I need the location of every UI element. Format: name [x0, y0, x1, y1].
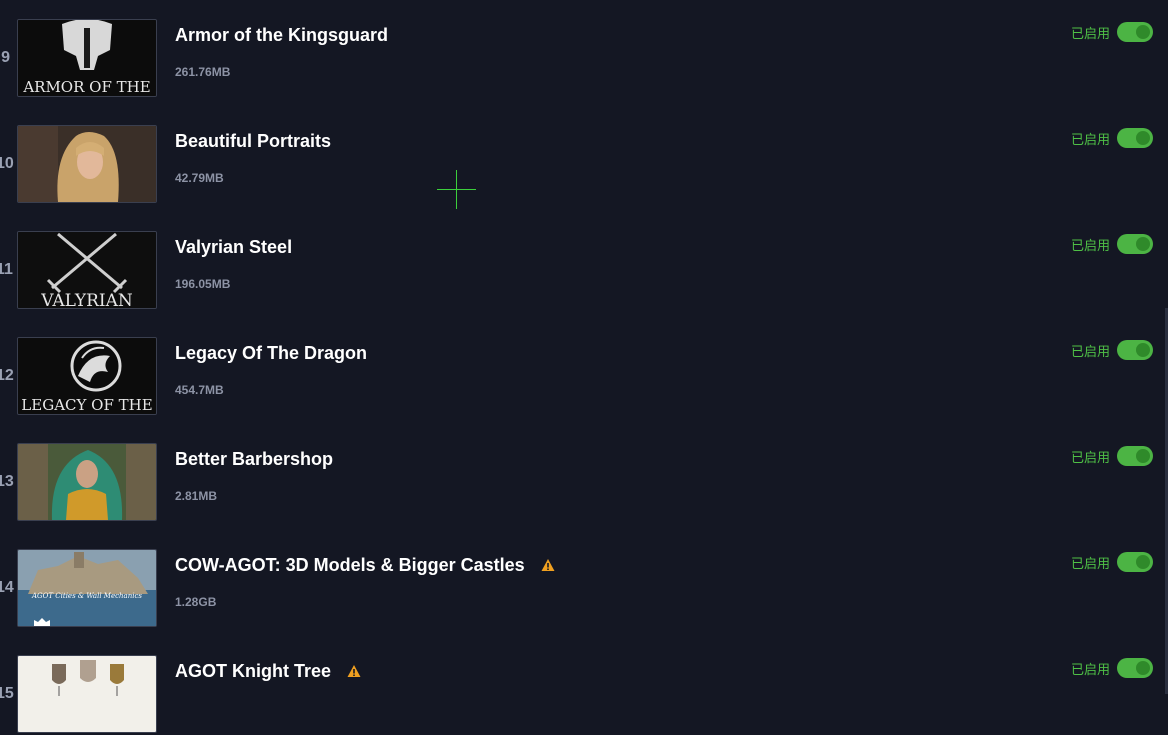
mod-thumbnail: ARMOR OF THE	[17, 19, 157, 97]
mod-thumbnail	[17, 125, 157, 203]
mod-size: 1.28GB	[175, 595, 217, 609]
mod-thumbnail	[17, 655, 157, 733]
mod-title: Beautiful Portraits	[175, 130, 332, 151]
mod-status: 已启用	[1070, 556, 1110, 571]
mod-list: 9 ARMOR OF THE Armor of the Kingsguard 2…	[0, 0, 1168, 733]
toggle-knob	[1136, 449, 1150, 463]
mod-index: 11	[0, 261, 13, 278]
mod-size: 42.79MB	[175, 171, 224, 185]
mod-index: 14	[0, 579, 14, 596]
mod-title: Better Barbershop	[175, 448, 334, 469]
toggle-knob	[1136, 237, 1150, 251]
mod-size: 261.76MB	[175, 65, 231, 79]
mod-thumbnail: LEGACY OF THE	[17, 337, 157, 415]
mod-status: 已启用	[1070, 26, 1110, 41]
thumbnail-caption: LEGACY OF THE	[21, 396, 152, 414]
mod-row[interactable]: 11 VALYRIAN Valyrian Steel 196.05MB 已启用	[0, 231, 1164, 311]
mod-index: 12	[0, 367, 14, 384]
mod-status: 已启用	[1070, 132, 1110, 147]
mod-row[interactable]: 14 AGOT Cities & Wall Mechanics COW-AGOT…	[0, 549, 1164, 629]
toggle-knob	[1136, 343, 1150, 357]
mod-index: 15	[0, 685, 14, 702]
mod-title: Armor of the Kingsguard	[175, 24, 389, 45]
crosshair-cursor-icon	[437, 170, 476, 209]
mod-size: 196.05MB	[175, 277, 231, 291]
enable-toggle[interactable]	[1117, 658, 1153, 678]
toggle-knob	[1136, 131, 1150, 145]
warning-triangle-icon	[541, 559, 555, 571]
thumbnail-caption: VALYRIAN	[40, 291, 133, 308]
enable-toggle[interactable]	[1117, 234, 1153, 254]
mod-row[interactable]: 10 Beautiful Portraits 42.79MB 已启用	[0, 125, 1164, 205]
mod-index: 9	[1, 49, 10, 66]
mod-index: 13	[0, 473, 14, 490]
mod-title: Valyrian Steel	[175, 236, 293, 257]
thumbnail-caption: AGOT Cities & Wall Mechanics	[31, 592, 142, 600]
mod-index: 10	[0, 155, 14, 172]
mod-row[interactable]: 15 AGOT Knight Tree 已启用	[0, 655, 1164, 735]
mod-thumbnail: VALYRIAN	[17, 231, 157, 309]
enable-toggle[interactable]	[1117, 22, 1153, 42]
toggle-knob	[1136, 555, 1150, 569]
mod-title: Legacy Of The Dragon	[175, 342, 368, 363]
mod-thumbnail	[17, 443, 157, 521]
mod-status: 已启用	[1070, 344, 1110, 359]
enable-toggle[interactable]	[1117, 446, 1153, 466]
mod-status: 已启用	[1070, 238, 1110, 253]
mod-size: 454.7MB	[175, 383, 224, 397]
mod-status: 已启用	[1070, 450, 1110, 465]
toggle-knob	[1136, 25, 1150, 39]
mod-title: COW-AGOT: 3D Models & Bigger Castles	[175, 554, 525, 575]
mod-size: 2.81MB	[175, 489, 218, 503]
mod-row[interactable]: 12 LEGACY OF THE Legacy Of The Dragon 45…	[0, 337, 1164, 417]
mod-title: AGOT Knight Tree	[175, 660, 332, 681]
enable-toggle[interactable]	[1117, 552, 1153, 572]
mod-status: 已启用	[1070, 662, 1110, 677]
thumbnail-caption: ARMOR OF THE	[22, 78, 150, 96]
mod-row[interactable]: 13 Better Barbershop 2.81MB 已启用	[0, 443, 1164, 523]
toggle-knob	[1136, 661, 1150, 675]
enable-toggle[interactable]	[1117, 128, 1153, 148]
mod-row[interactable]: 9 ARMOR OF THE Armor of the Kingsguard 2…	[0, 19, 1164, 99]
enable-toggle[interactable]	[1117, 340, 1153, 360]
warning-triangle-icon	[347, 665, 361, 677]
mod-thumbnail: AGOT Cities & Wall Mechanics	[17, 549, 157, 627]
